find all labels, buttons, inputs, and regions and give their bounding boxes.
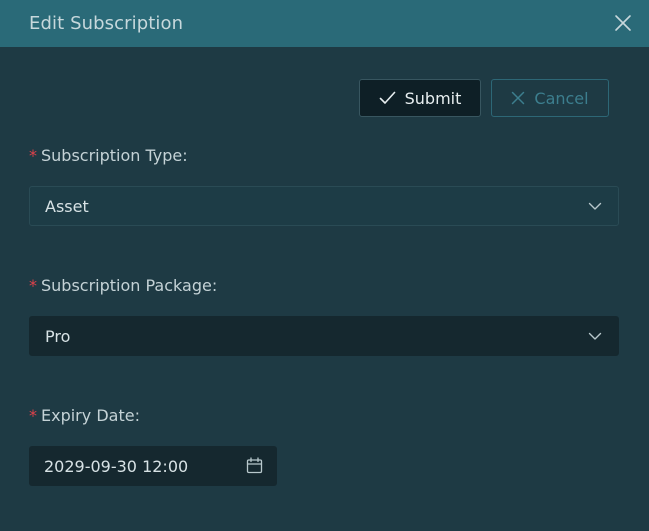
required-mark: * bbox=[29, 406, 37, 425]
expiry-date-label-text: Expiry Date bbox=[41, 406, 135, 425]
cancel-label: Cancel bbox=[534, 88, 589, 108]
cancel-button[interactable]: Cancel bbox=[491, 79, 609, 117]
edit-subscription-dialog: Edit Subscription Submit Cancel * Subscr… bbox=[0, 0, 649, 531]
expiry-date-label: * Expiry Date : bbox=[29, 406, 140, 425]
subscription-package-value: Pro bbox=[45, 326, 71, 346]
required-mark: * bbox=[29, 276, 37, 295]
subscription-package-label: * Subscription Package : bbox=[29, 276, 217, 295]
close-icon bbox=[615, 15, 631, 31]
required-mark: * bbox=[29, 146, 37, 165]
label-colon: : bbox=[211, 276, 218, 295]
subscription-type-value: Asset bbox=[45, 196, 89, 216]
calendar-icon[interactable] bbox=[246, 457, 263, 474]
subscription-type-label-text: Subscription Type bbox=[41, 146, 183, 165]
dialog-title: Edit Subscription bbox=[29, 13, 184, 34]
chevron-down-icon bbox=[588, 202, 602, 210]
subscription-type-select[interactable]: Asset bbox=[29, 186, 619, 226]
submit-button[interactable]: Submit bbox=[359, 79, 481, 117]
chevron-down-icon bbox=[588, 332, 602, 340]
subscription-type-label: * Subscription Type : bbox=[29, 146, 188, 165]
dialog-header: Edit Subscription bbox=[0, 0, 649, 47]
label-colon: : bbox=[182, 146, 188, 165]
expiry-date-picker[interactable]: 2029-09-30 12:00 bbox=[29, 446, 277, 486]
close-icon bbox=[511, 91, 525, 105]
subscription-package-label-text: Subscription Package bbox=[41, 276, 212, 295]
checkmark-icon bbox=[379, 91, 396, 105]
subscription-package-select[interactable]: Pro bbox=[29, 316, 619, 356]
label-colon: : bbox=[134, 406, 140, 425]
submit-label: Submit bbox=[404, 88, 462, 108]
expiry-date-value: 2029-09-30 12:00 bbox=[44, 456, 189, 476]
close-button[interactable] bbox=[613, 13, 633, 33]
